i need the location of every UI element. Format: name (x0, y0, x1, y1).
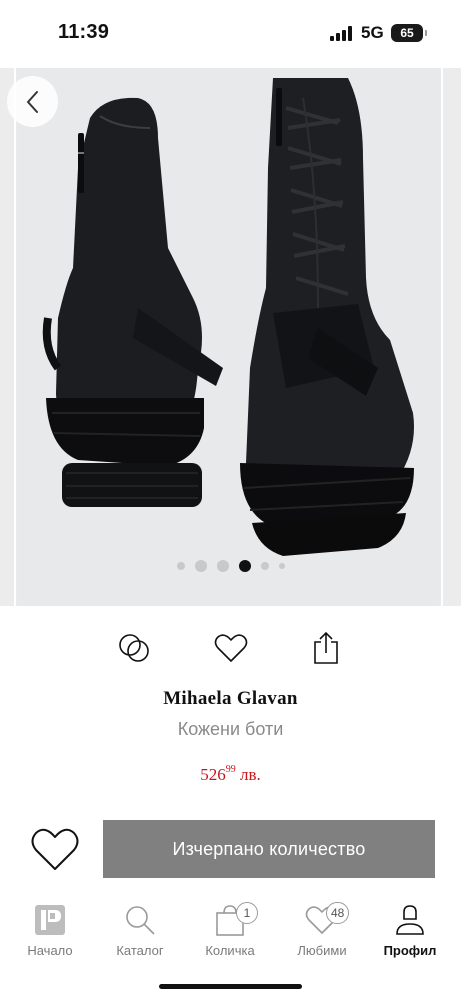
home-logo-icon (35, 905, 65, 935)
signal-icon (330, 25, 354, 41)
heart-outline-icon (214, 634, 248, 662)
pagination-dot[interactable] (260, 562, 269, 570)
share-icon (314, 631, 338, 664)
network-type: 5G (361, 23, 384, 42)
pagination-dot-active[interactable] (238, 560, 251, 572)
cart-count-badge: 1 (236, 902, 258, 924)
boots-illustration (42, 78, 414, 556)
status-time: 11:39 (58, 21, 110, 43)
chevron-left-icon (26, 90, 38, 113)
product-image[interactable] (18, 68, 439, 606)
add-to-favorites-button[interactable] (30, 826, 80, 872)
pagination-dot[interactable] (176, 562, 185, 570)
favorite-button[interactable] (211, 628, 251, 668)
tab-label: Количка (205, 943, 255, 958)
product-brand[interactable]: Mihaela Glavan (0, 688, 461, 710)
pagination-dot[interactable] (278, 563, 285, 569)
product-gallery[interactable] (0, 68, 461, 606)
tab-cart[interactable]: 1 Количка (190, 901, 270, 963)
next-image-peek (441, 68, 461, 606)
tab-label: Профил (383, 943, 437, 958)
tab-profile[interactable]: Профил (370, 901, 450, 963)
compare-button[interactable] (114, 628, 154, 668)
status-bar: 11:39 5G 65 (0, 0, 461, 68)
price-main: 526 (200, 765, 226, 784)
gallery-pagination (0, 560, 461, 572)
tab-label: Любими (297, 943, 347, 958)
compare-circles-icon (119, 634, 149, 662)
tab-favorites[interactable]: 48 Любими (282, 901, 362, 963)
favorites-count-badge: 48 (326, 902, 350, 924)
price-cents: 99 (225, 764, 236, 776)
previous-image-peek (0, 68, 16, 606)
battery-level: 65 (400, 26, 414, 40)
search-icon (126, 906, 155, 935)
battery-icon: 65 (391, 24, 427, 42)
product-name: Кожени боти (177, 719, 284, 739)
user-icon (396, 905, 424, 935)
pagination-dot[interactable] (194, 560, 207, 572)
tab-label: Каталог (116, 943, 164, 958)
pagination-dot[interactable] (216, 560, 229, 572)
price-currency: лв. (239, 765, 261, 784)
tab-catalog[interactable]: Каталог (100, 901, 180, 963)
tab-home[interactable]: Начало (10, 901, 90, 963)
product-actions (0, 628, 461, 668)
share-button[interactable] (306, 628, 346, 668)
tab-label: Начало (27, 943, 73, 958)
sold-out-button[interactable]: Изчерпано количество (103, 820, 435, 878)
product-price: 52699 лв. (0, 764, 461, 785)
back-button[interactable] (7, 76, 58, 127)
home-indicator[interactable] (159, 984, 302, 989)
heart-outline-icon (31, 828, 79, 870)
